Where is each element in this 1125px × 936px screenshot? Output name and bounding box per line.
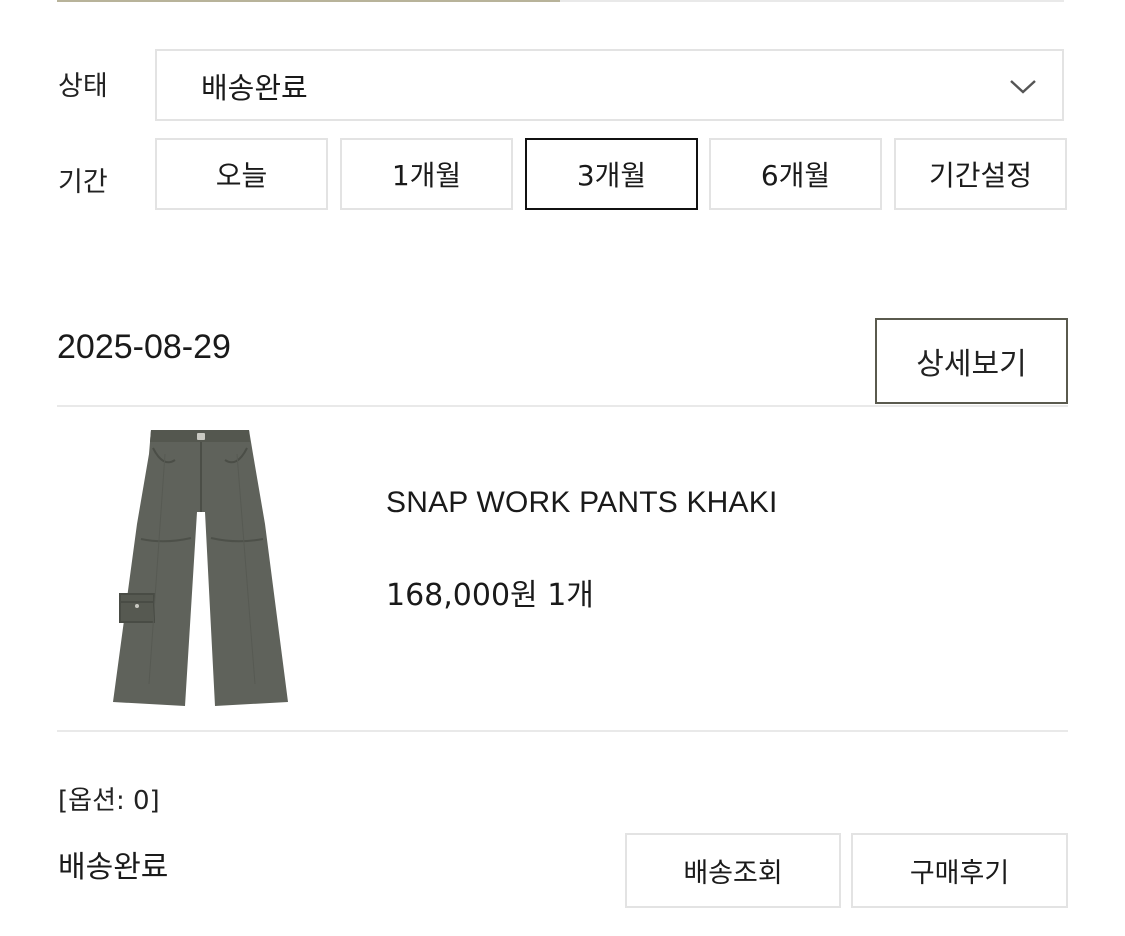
product-price-quantity: 168,000원 1개 [386, 578, 594, 613]
status-select-value: 배송완료 [201, 71, 308, 105]
period-button-custom[interactable]: 기간설정 [894, 138, 1067, 210]
order-status: 배송완료 [58, 850, 169, 885]
delivery-tracking-button[interactable]: 배송조회 [625, 833, 841, 908]
khaki-work-pants-image[interactable] [105, 424, 297, 712]
period-filter-label: 기간 [58, 167, 108, 198]
order-date: 2025-08-29 [57, 328, 231, 366]
status-filter-label: 상태 [58, 71, 108, 102]
period-button-6-months[interactable]: 6개월 [709, 138, 882, 210]
product-name[interactable]: SNAP WORK PANTS KHAKI [386, 486, 778, 520]
period-button-3-months[interactable]: 3개월 [525, 138, 698, 210]
chevron-down-icon [1010, 80, 1036, 94]
active-tab-indicator [57, 0, 560, 2]
write-review-button[interactable]: 구매후기 [851, 833, 1068, 908]
divider [57, 730, 1068, 732]
divider [57, 405, 1068, 407]
product-option: [옵션: 0] [58, 786, 160, 816]
status-select[interactable]: 배송완료 [155, 49, 1064, 121]
order-detail-button[interactable]: 상세보기 [875, 318, 1068, 404]
period-button-1-month[interactable]: 1개월 [340, 138, 513, 210]
period-button-today[interactable]: 오늘 [155, 138, 328, 210]
